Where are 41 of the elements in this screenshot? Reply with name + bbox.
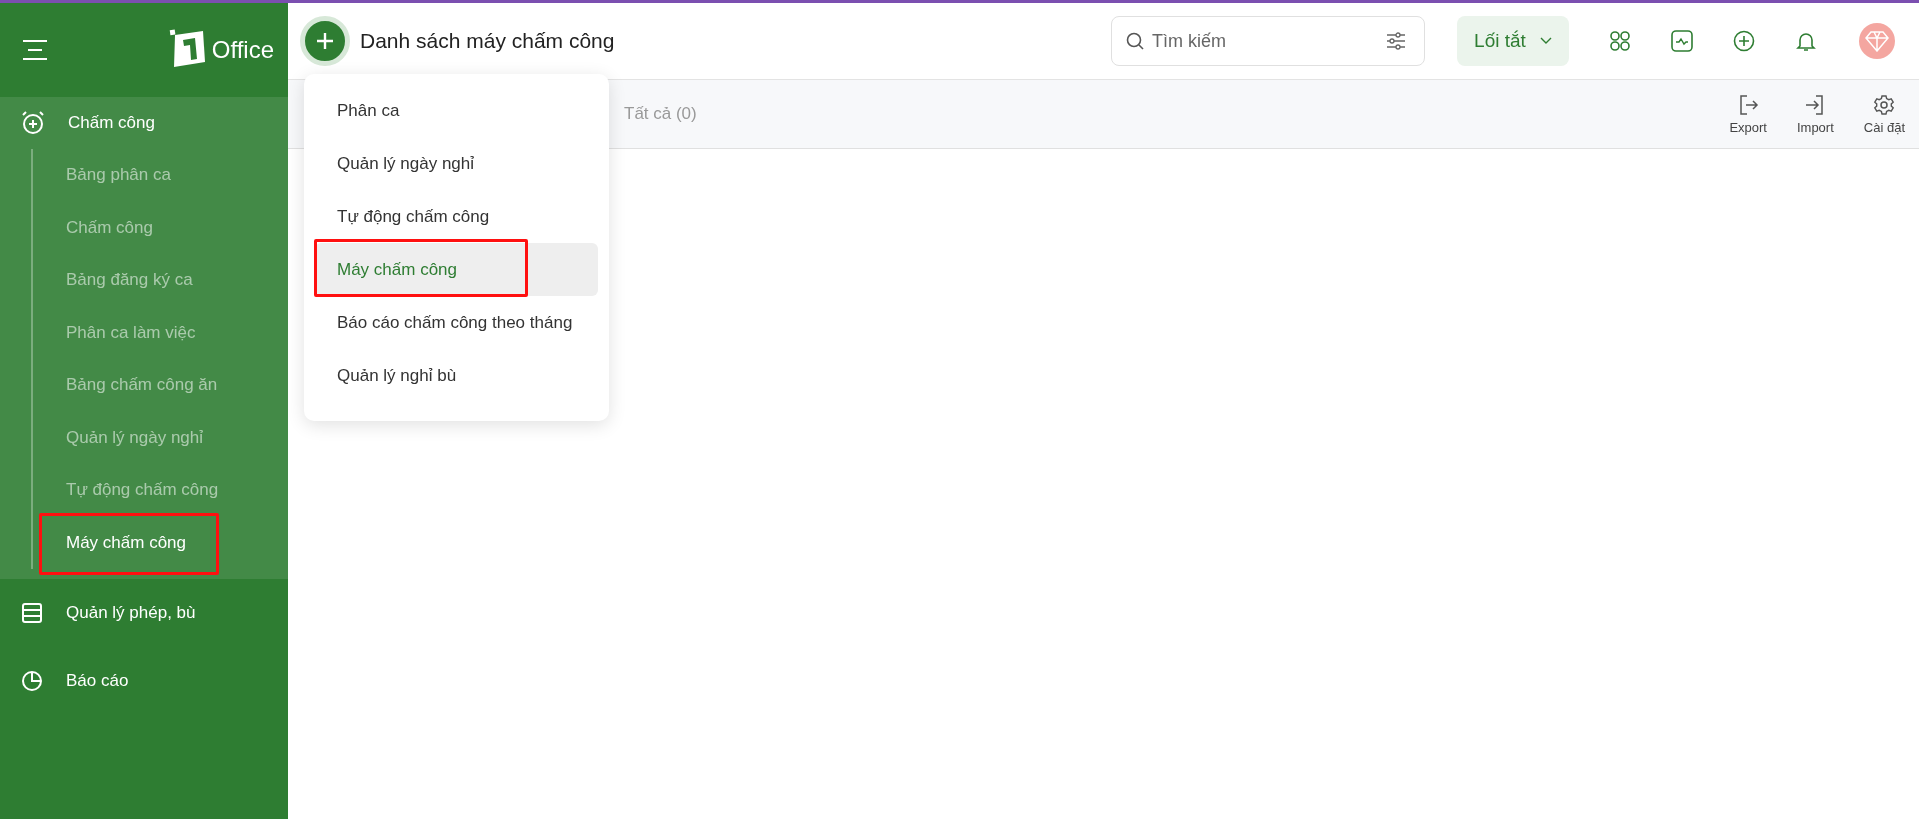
sidebar-item[interactable]: Bảng chấm công ăn [33,359,288,412]
settings-icon [1873,93,1896,116]
export-button[interactable]: Export [1729,93,1767,135]
sidebar-item[interactable]: Bảng đăng ký ca [33,254,288,307]
menu-item[interactable]: Phân ca [315,84,598,137]
sidebar-group[interactable]: Quản lý phép, bù [0,579,288,647]
search-icon [1126,32,1144,50]
search-field[interactable]: Tìm kiếm [1150,29,1380,53]
menu-item[interactable]: Quản lý nghỉ bù [315,349,598,402]
menu-item[interactable]: Tự động chấm công [315,190,598,243]
list-icon [20,601,44,625]
sidebar-group[interactable]: Chấm công [0,97,288,149]
all-tab[interactable]: Tất cả (0) [624,104,697,124]
sidebar-item[interactable]: Bảng phân ca [33,149,288,202]
menu-item[interactable]: Máy chấm công [315,243,598,296]
logo-text: Office [211,36,274,64]
search-box[interactable]: Tìm kiếm [1111,16,1425,66]
import-button[interactable]: Import [1796,93,1834,135]
alarm-clock-icon [20,110,46,136]
sidebar-item[interactable]: Quản lý ngày nghỉ [33,411,288,464]
menu-icon[interactable] [22,39,48,61]
bell-icon[interactable] [1795,30,1817,52]
sidebar-item[interactable]: Chấm công [33,201,288,254]
menu-item[interactable]: Quản lý ngày nghỉ [315,137,598,190]
plus-icon [315,31,335,51]
sidebar-group[interactable]: Báo cáo [0,647,288,715]
settings-button[interactable]: Cài đặt [1863,93,1905,135]
caret-icon [1539,37,1552,45]
apps-icon[interactable] [1609,30,1631,52]
pie-chart-icon [20,669,44,693]
menu-item[interactable]: Báo cáo chấm công theo tháng [315,296,598,349]
add-button[interactable] [300,16,350,66]
activity-icon[interactable] [1671,30,1693,52]
sidebar-item[interactable]: Phân ca làm việc [33,306,288,359]
export-icon [1737,93,1760,116]
sidebar-item[interactable]: Máy chấm công [33,516,288,569]
shortcut-button[interactable]: Lối tắt [1457,16,1569,66]
filter-icon[interactable] [1386,32,1406,50]
add-circle-icon[interactable] [1733,30,1755,52]
page-title: Danh sách máy chấm công [360,29,615,53]
sidebar-item[interactable]: Tự động chấm công [33,464,288,517]
